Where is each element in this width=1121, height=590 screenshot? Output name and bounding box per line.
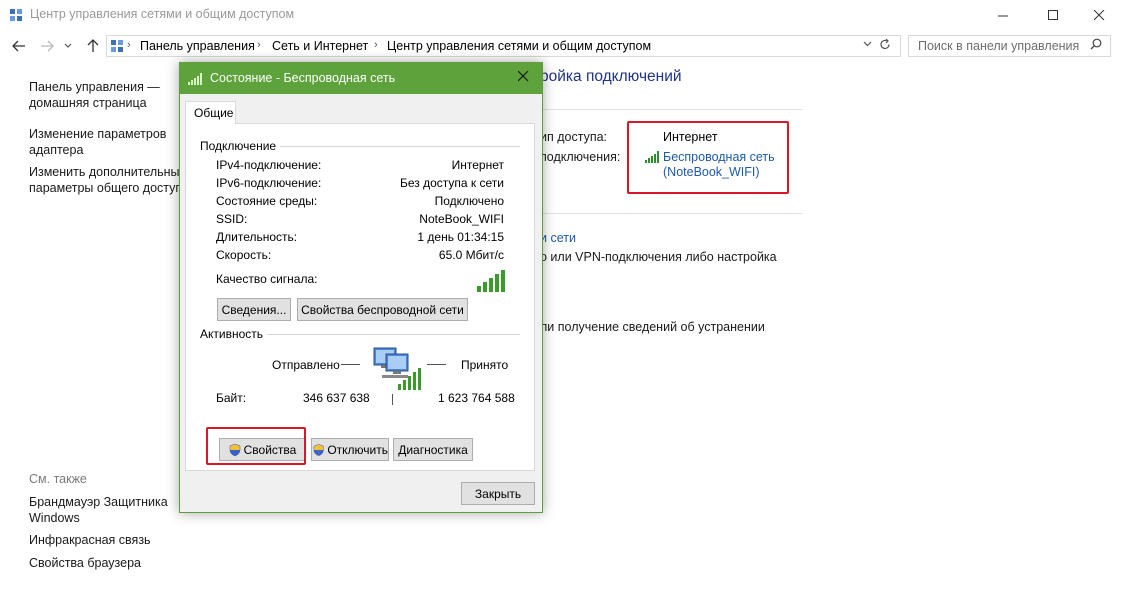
activity-group-label: Активность	[200, 327, 268, 341]
browser-properties-link[interactable]: Свойства браузера	[29, 555, 141, 571]
dialog-title-bar[interactable]: Состояние - Беспроводная сеть	[180, 63, 542, 94]
breadcrumb-control-panel[interactable]: Панель управления	[140, 39, 255, 53]
divider	[540, 213, 803, 214]
arrow-left-icon	[12, 40, 25, 52]
navigation-bar: › Панель управления › Сеть и Интернет › …	[0, 33, 1121, 59]
link-line: Изменить дополнительные	[29, 165, 187, 179]
search-placeholder: Поиск в панели управления	[918, 39, 1080, 53]
wifi-signal-icon	[188, 73, 202, 85]
chevron-down-icon	[863, 41, 872, 47]
highlight-box	[627, 121, 789, 194]
setup-network-link[interactable]: и сети	[540, 231, 576, 245]
link-line: Изменение параметров	[29, 127, 167, 141]
bytes-received-value: 1 623 764 588	[438, 391, 515, 405]
uac-shield-icon	[313, 443, 324, 456]
tab-panel-general: Подключение IPv4-подключение: Интернет I…	[185, 123, 535, 471]
dialog-title: Состояние - Беспроводная сеть	[210, 71, 396, 85]
link-line: Панель управления —	[29, 80, 160, 94]
speed-value: 65.0 Мбит/с	[438, 248, 504, 262]
connections-label: подключения:	[540, 150, 621, 164]
dialog-close-button[interactable]	[517, 69, 529, 86]
media-state-label: Состояние среды:	[216, 194, 318, 208]
link-line: домашняя страница	[29, 96, 147, 110]
change-adapter-settings-link[interactable]: Изменение параметров адаптера	[29, 126, 166, 158]
ipv4-label: IPv4-подключение:	[216, 158, 322, 172]
close-window-button[interactable]	[1076, 0, 1121, 30]
speed-label: Скорость:	[216, 248, 272, 262]
ssid-value: NoteBook_WIFI	[419, 212, 504, 226]
sent-label: Отправлено	[272, 358, 340, 372]
disable-button-label: Отключить	[327, 442, 388, 457]
access-type-label: ип доступа:	[540, 130, 608, 144]
search-icon[interactable]	[1090, 38, 1102, 53]
window-title: Центр управления сетями и общим доступом	[30, 7, 295, 21]
network-computers-icon	[373, 347, 421, 390]
sent-line	[341, 364, 360, 365]
bytes-label: Байт:	[216, 391, 247, 405]
control-panel-home-link[interactable]: Панель управления — домашняя страница	[29, 79, 160, 111]
troubleshoot-text: ли получение сведений об устранении	[540, 320, 765, 334]
duration-label: Длительность:	[216, 230, 298, 244]
search-input[interactable]: Поиск в панели управления	[908, 35, 1111, 57]
minimize-icon	[997, 15, 1008, 16]
firewall-link[interactable]: Брандмауэр Защитника Windows	[29, 494, 168, 526]
bytes-sent-value: 346 637 638	[303, 391, 370, 405]
tab-label: Общие	[194, 106, 234, 120]
breadcrumb-network-internet[interactable]: Сеть и Интернет	[272, 39, 368, 53]
advanced-sharing-settings-link[interactable]: Изменить дополнительные параметры общего…	[29, 164, 189, 196]
refresh-icon	[880, 38, 890, 50]
address-bar[interactable]: › Панель управления › Сеть и Интернет › …	[106, 35, 901, 57]
ipv6-label: IPv6-подключение:	[216, 176, 322, 190]
maximize-icon	[1047, 9, 1058, 20]
link-line: Брандмауэр Защитника	[29, 495, 168, 509]
arrow-up-icon	[87, 39, 99, 52]
breadcrumb-separator[interactable]: ›	[257, 39, 261, 51]
vpn-setup-text: о или VPN-подключения либо настройка	[540, 250, 777, 264]
connection-group-label: Подключение	[200, 139, 281, 153]
up-button[interactable]	[83, 36, 103, 56]
close-icon	[517, 70, 529, 82]
ipv4-value: Интернет	[451, 158, 504, 172]
duration-value: 1 день 01:34:15	[417, 230, 504, 244]
signal-strength-icon	[477, 270, 505, 292]
highlight-box	[206, 427, 306, 465]
tab-general[interactable]: Общие	[185, 101, 236, 124]
back-button[interactable]	[9, 36, 29, 56]
details-button[interactable]: Сведения...	[217, 298, 291, 321]
refresh-button[interactable]	[879, 38, 891, 54]
signal-quality-label: Качество сигнала:	[216, 272, 318, 286]
breadcrumb-separator[interactable]: ›	[374, 39, 378, 51]
address-dropdown-button[interactable]	[863, 39, 872, 50]
control-panel-icon	[111, 40, 123, 52]
link-line: адаптера	[29, 143, 84, 157]
see-also-heading: См. также	[29, 472, 87, 486]
arrow-right-icon	[41, 40, 54, 52]
recent-locations-button[interactable]	[62, 36, 74, 56]
diagnose-button[interactable]: Диагностика	[393, 438, 473, 461]
maximize-button[interactable]	[1030, 0, 1076, 30]
forward-button[interactable]	[37, 36, 57, 56]
wireless-properties-button[interactable]: Свойства беспроводной сети	[297, 298, 468, 321]
chevron-down-icon	[64, 43, 72, 48]
ssid-label: SSID:	[216, 212, 248, 226]
disable-button[interactable]: Отключить	[311, 438, 389, 461]
minimize-button[interactable]	[980, 0, 1026, 30]
media-state-value: Подключено	[434, 194, 504, 208]
control-panel-icon	[10, 9, 22, 21]
divider	[540, 109, 803, 110]
infrared-link[interactable]: Инфракрасная связь	[29, 532, 151, 548]
page-heading: ройка подключений	[540, 68, 682, 85]
breadcrumb-network-center[interactable]: Центр управления сетями и общим доступом	[387, 39, 651, 53]
link-line: параметры общего доступа	[29, 181, 190, 195]
window-title-bar: Центр управления сетями и общим доступом	[0, 0, 1121, 30]
close-icon	[1093, 9, 1104, 20]
received-line	[427, 364, 446, 365]
bytes-separator	[392, 394, 393, 405]
close-button[interactable]: Закрыть	[461, 482, 535, 505]
ipv6-value: Без доступа к сети	[400, 176, 504, 190]
link-line: Windows	[29, 511, 80, 525]
received-label: Принято	[461, 358, 509, 372]
breadcrumb-separator[interactable]: ›	[127, 39, 131, 51]
